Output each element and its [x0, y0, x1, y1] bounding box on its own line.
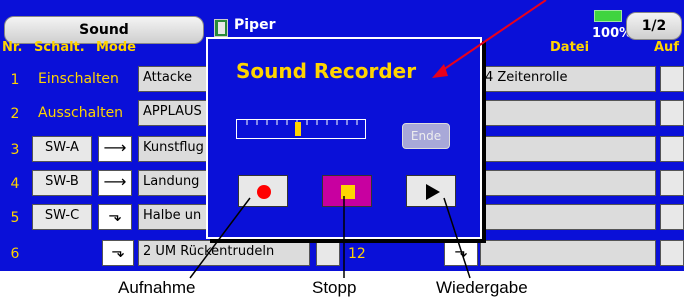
- switch-button[interactable]: SW-A: [32, 136, 92, 162]
- row-number: 2: [10, 106, 20, 122]
- play-triangle-icon: [426, 184, 440, 200]
- record-annotation-label: Aufnahme: [118, 278, 196, 297]
- battery-icon: [594, 10, 622, 22]
- record-button[interactable]: [238, 175, 288, 207]
- slider-ticks: [246, 120, 358, 125]
- file-cell[interactable]: [480, 170, 656, 196]
- col-header-auf: Auf: [654, 40, 679, 55]
- file-cell[interactable]: [480, 240, 656, 266]
- file-cell[interactable]: [480, 100, 656, 126]
- file-cell[interactable]: 4 Zeitenrolle: [480, 66, 656, 92]
- col-header-datei: Datei: [550, 40, 590, 55]
- switch-button[interactable]: SW-B: [32, 170, 92, 196]
- record-level-slider[interactable]: [236, 119, 366, 139]
- exit-door-icon[interactable]: [214, 19, 228, 37]
- sound-tab-label: Sound: [79, 22, 129, 38]
- sound-recorder-dialog: Sound Recorder Ende: [206, 37, 482, 239]
- play-annotation-label: Wiedergabe: [436, 278, 528, 297]
- sound-cell[interactable]: 2 UM Rückentrudeln: [138, 240, 310, 266]
- model-name: Piper: [234, 17, 276, 33]
- wrench-icon[interactable]: [660, 240, 684, 266]
- slider-marker[interactable]: [295, 122, 301, 136]
- switch-arrow-icon: ⬎: [102, 240, 134, 266]
- arrow-right-icon: ⟶: [98, 136, 132, 162]
- switch-label: Ausschalten: [38, 105, 124, 121]
- stop-annotation-label: Stopp: [312, 278, 357, 297]
- arrow-right-icon: ⟶: [98, 170, 132, 196]
- row-number: 5: [10, 210, 20, 226]
- switch-label: Einschalten: [38, 71, 119, 87]
- switch-arrow-icon: ⬎: [444, 240, 478, 266]
- row-number: 1: [10, 72, 20, 88]
- stop-square-icon: [341, 185, 355, 199]
- switch-arrow-icon: ⬎: [98, 204, 132, 230]
- page-indicator-button[interactable]: 1/2: [626, 12, 682, 40]
- dialog-title: Sound Recorder: [236, 59, 417, 83]
- col-header-nr: Nr.: [2, 40, 23, 55]
- col-header-schalt: Schalt.: [34, 40, 85, 55]
- sound-screen: Sound Piper 100% 1/2 Nr. Schalt. Mode Da…: [0, 0, 684, 271]
- wrench-icon[interactable]: [660, 170, 684, 196]
- file-cell[interactable]: [480, 204, 656, 230]
- wrench-icon[interactable]: [660, 100, 684, 126]
- stop-button[interactable]: [322, 175, 372, 207]
- switch-button[interactable]: SW-C: [32, 204, 92, 230]
- row-number: 3: [10, 142, 20, 158]
- col-header-mode: Mode: [96, 40, 136, 55]
- wrench-icon[interactable]: [660, 204, 684, 230]
- file-cell[interactable]: [480, 136, 656, 162]
- end-button[interactable]: Ende: [402, 123, 450, 149]
- play-button[interactable]: [406, 175, 456, 207]
- wrench-icon[interactable]: [660, 136, 684, 162]
- row-number: 4: [10, 176, 20, 192]
- row-number: 6: [10, 246, 20, 262]
- file-number: 12: [348, 246, 366, 262]
- wrench-icon[interactable]: [316, 240, 340, 266]
- wrench-icon[interactable]: [660, 66, 684, 92]
- end-button-label: Ende: [410, 129, 442, 143]
- page-indicator-label: 1/2: [641, 18, 667, 34]
- record-circle-icon: [257, 185, 271, 199]
